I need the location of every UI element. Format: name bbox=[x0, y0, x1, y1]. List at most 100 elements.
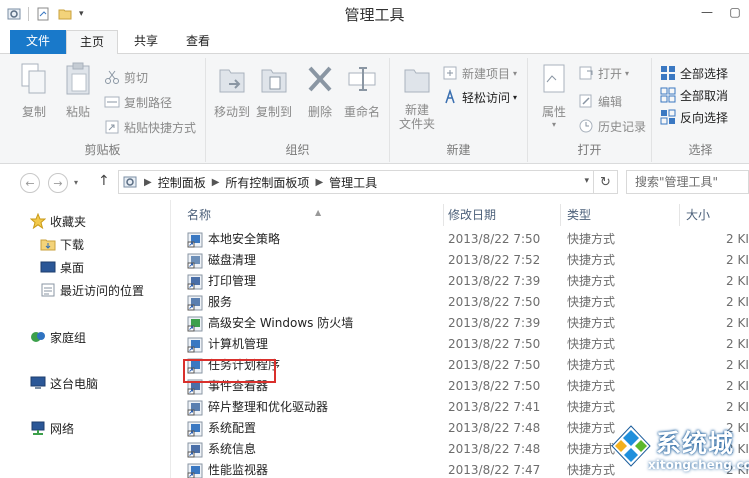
file-type-cell: 快捷方式 bbox=[567, 379, 616, 393]
column-header-date[interactable]: 修改日期 bbox=[442, 204, 561, 226]
nav-homegroup[interactable]: 家庭组 bbox=[30, 327, 86, 347]
column-header-type[interactable]: 类型 bbox=[561, 204, 680, 226]
edit-button[interactable]: 编辑 bbox=[578, 90, 622, 112]
tab-share[interactable]: 共享 bbox=[122, 30, 170, 54]
paste-shortcut-icon bbox=[105, 120, 119, 134]
nav-this-pc[interactable]: 这台电脑 bbox=[30, 373, 98, 393]
computer-icon bbox=[30, 376, 46, 389]
clipboard-group-label: 剪贴板 bbox=[84, 143, 121, 157]
nav-desktop[interactable]: 桌面 bbox=[40, 257, 84, 277]
file-size-cell: 2 KI bbox=[726, 274, 749, 288]
file-name-label: 服务 bbox=[208, 295, 233, 309]
select-group: 全部选择 全部取消 反向选择 选择 bbox=[652, 58, 749, 162]
file-name-cell[interactable]: 打印管理 bbox=[187, 271, 256, 292]
file-type-cell: 快捷方式 bbox=[567, 253, 616, 267]
file-name-cell[interactable]: 服务 bbox=[187, 292, 232, 313]
copy-button[interactable]: 复制 bbox=[12, 62, 56, 120]
paste-shortcut-button[interactable]: 粘贴快捷方式 bbox=[104, 116, 196, 138]
file-row[interactable]: 高级安全 Windows 防火墙 2013/8/22 7:39 快捷方式 2 KI bbox=[171, 313, 749, 334]
recent-locations-dropdown-icon[interactable]: ▾ bbox=[74, 178, 78, 187]
shortcut-icon bbox=[187, 442, 203, 457]
refresh-button[interactable]: ↻ bbox=[593, 171, 617, 193]
breadcrumb-admin-tools[interactable]: 管理工具 bbox=[329, 174, 377, 191]
file-name-label: 打印管理 bbox=[208, 274, 257, 288]
up-button[interactable]: ↑ bbox=[98, 173, 112, 191]
delete-button[interactable]: 删除 bbox=[298, 62, 342, 120]
maximize-button[interactable]: ▢ bbox=[721, 0, 749, 24]
cut-button[interactable]: 剪切 bbox=[104, 66, 148, 88]
new-folder-button[interactable]: 新建 文件夹 bbox=[394, 62, 440, 131]
breadcrumb-control-panel[interactable]: 控制面板 bbox=[158, 174, 206, 191]
watermark: 系统城 xitongcheng.com bbox=[606, 420, 749, 478]
file-name-cell[interactable]: 系统信息 bbox=[187, 439, 256, 460]
easy-access-button[interactable]: 轻松访问 ▾ bbox=[442, 86, 517, 108]
file-date-cell: 2013/8/22 7:39 bbox=[448, 274, 541, 288]
nav-favorites[interactable]: 收藏夹 bbox=[30, 211, 86, 231]
nav-network[interactable]: 网络 bbox=[30, 418, 74, 438]
file-row[interactable]: 打印管理 2013/8/22 7:39 快捷方式 2 KI bbox=[171, 271, 749, 292]
new-item-button[interactable]: 新建项目 ▾ bbox=[442, 62, 517, 84]
watermark-url: xitongcheng.com bbox=[648, 458, 749, 472]
nav-recent-places[interactable]: 最近访问的位置 bbox=[40, 280, 144, 300]
column-header-name[interactable]: ▲ 名称 bbox=[181, 204, 444, 226]
forward-button[interactable]: → bbox=[48, 173, 68, 193]
file-name-label: 计算机管理 bbox=[208, 337, 269, 351]
file-row[interactable]: 计算机管理 2013/8/22 7:50 快捷方式 2 KI bbox=[171, 334, 749, 355]
paste-button[interactable]: 粘贴 bbox=[56, 62, 100, 120]
file-name-label: 性能监视器 bbox=[208, 463, 269, 477]
select-group-label: 选择 bbox=[688, 143, 713, 157]
tab-view[interactable]: 查看 bbox=[174, 30, 222, 54]
star-icon bbox=[30, 213, 46, 229]
open-button[interactable]: 打开 ▾ bbox=[578, 62, 629, 84]
file-row[interactable]: 服务 2013/8/22 7:50 快捷方式 2 KI bbox=[171, 292, 749, 313]
rename-button[interactable]: 重命名 bbox=[340, 62, 384, 120]
column-header-type-label: 类型 bbox=[567, 208, 592, 222]
control-panel-icon bbox=[123, 176, 137, 188]
select-all-button[interactable]: 全部选择 bbox=[660, 62, 728, 84]
file-date-cell: 2013/8/22 7:47 bbox=[448, 463, 541, 477]
new-folder-icon bbox=[404, 69, 430, 93]
rename-icon bbox=[348, 67, 376, 91]
select-none-button[interactable]: 全部取消 bbox=[660, 84, 728, 106]
file-name-cell[interactable]: 计算机管理 bbox=[187, 334, 268, 355]
file-name-cell[interactable]: 性能监视器 bbox=[187, 460, 268, 478]
organize-group-label: 组织 bbox=[285, 143, 310, 157]
shortcut-icon bbox=[187, 337, 203, 352]
tab-file[interactable]: 文件 bbox=[10, 30, 66, 54]
address-dropdown-icon[interactable]: ▾ bbox=[584, 176, 589, 186]
shortcut-icon bbox=[187, 295, 203, 310]
copy-path-button[interactable]: 复制路径 bbox=[104, 91, 172, 113]
move-to-button[interactable]: 移动到 bbox=[210, 62, 254, 120]
column-header-size[interactable]: 大小 bbox=[680, 204, 749, 226]
invert-selection-button[interactable]: 反向选择 bbox=[660, 106, 728, 128]
select-all-icon bbox=[661, 66, 675, 80]
address-bar[interactable]: ▶ 控制面板 ▶ 所有控制面板项 ▶ 管理工具 ▾ ↻ bbox=[118, 170, 618, 194]
file-name-cell[interactable]: 本地安全策略 bbox=[187, 229, 280, 250]
file-name-cell[interactable]: 高级安全 Windows 防火墙 bbox=[187, 313, 353, 334]
nav-downloads[interactable]: 下载 bbox=[40, 234, 84, 254]
breadcrumb-separator-icon[interactable]: ▶ bbox=[315, 177, 323, 188]
file-row[interactable]: 本地安全策略 2013/8/22 7:50 快捷方式 2 KI bbox=[171, 229, 749, 250]
copy-to-button[interactable]: 复制到 bbox=[252, 62, 296, 120]
breadcrumb-separator-icon[interactable]: ▶ bbox=[212, 177, 220, 188]
history-button[interactable]: 历史记录 bbox=[578, 115, 646, 137]
file-size-cell: 2 KI bbox=[726, 379, 749, 393]
file-date-cell: 2013/8/22 7:50 bbox=[448, 358, 541, 372]
file-name-cell[interactable]: 磁盘清理 bbox=[187, 250, 256, 271]
file-size-cell: 2 KI bbox=[726, 358, 749, 372]
file-row[interactable]: 碎片整理和优化驱动器 2013/8/22 7:41 快捷方式 2 KI bbox=[171, 397, 749, 418]
nav-recent-places-label: 最近访问的位置 bbox=[60, 283, 145, 298]
file-row[interactable]: 磁盘清理 2013/8/22 7:52 快捷方式 2 KI bbox=[171, 250, 749, 271]
tab-home[interactable]: 主页 bbox=[66, 30, 118, 55]
breadcrumb-separator-icon[interactable]: ▶ bbox=[144, 177, 152, 188]
file-name-cell[interactable]: 系统配置 bbox=[187, 418, 256, 439]
minimize-button[interactable]: — bbox=[693, 0, 721, 24]
copy-path-icon bbox=[104, 96, 120, 108]
breadcrumb-all-items[interactable]: 所有控制面板项 bbox=[225, 174, 309, 191]
search-input[interactable]: 搜索"管理工具" bbox=[626, 170, 749, 194]
file-name-cell[interactable]: 碎片整理和优化驱动器 bbox=[187, 397, 328, 418]
back-button[interactable]: ← bbox=[20, 173, 40, 193]
file-date-cell: 2013/8/22 7:48 bbox=[448, 442, 541, 456]
properties-button[interactable]: 属性 ▾ bbox=[532, 62, 576, 130]
open-label: 打开 bbox=[598, 66, 623, 81]
